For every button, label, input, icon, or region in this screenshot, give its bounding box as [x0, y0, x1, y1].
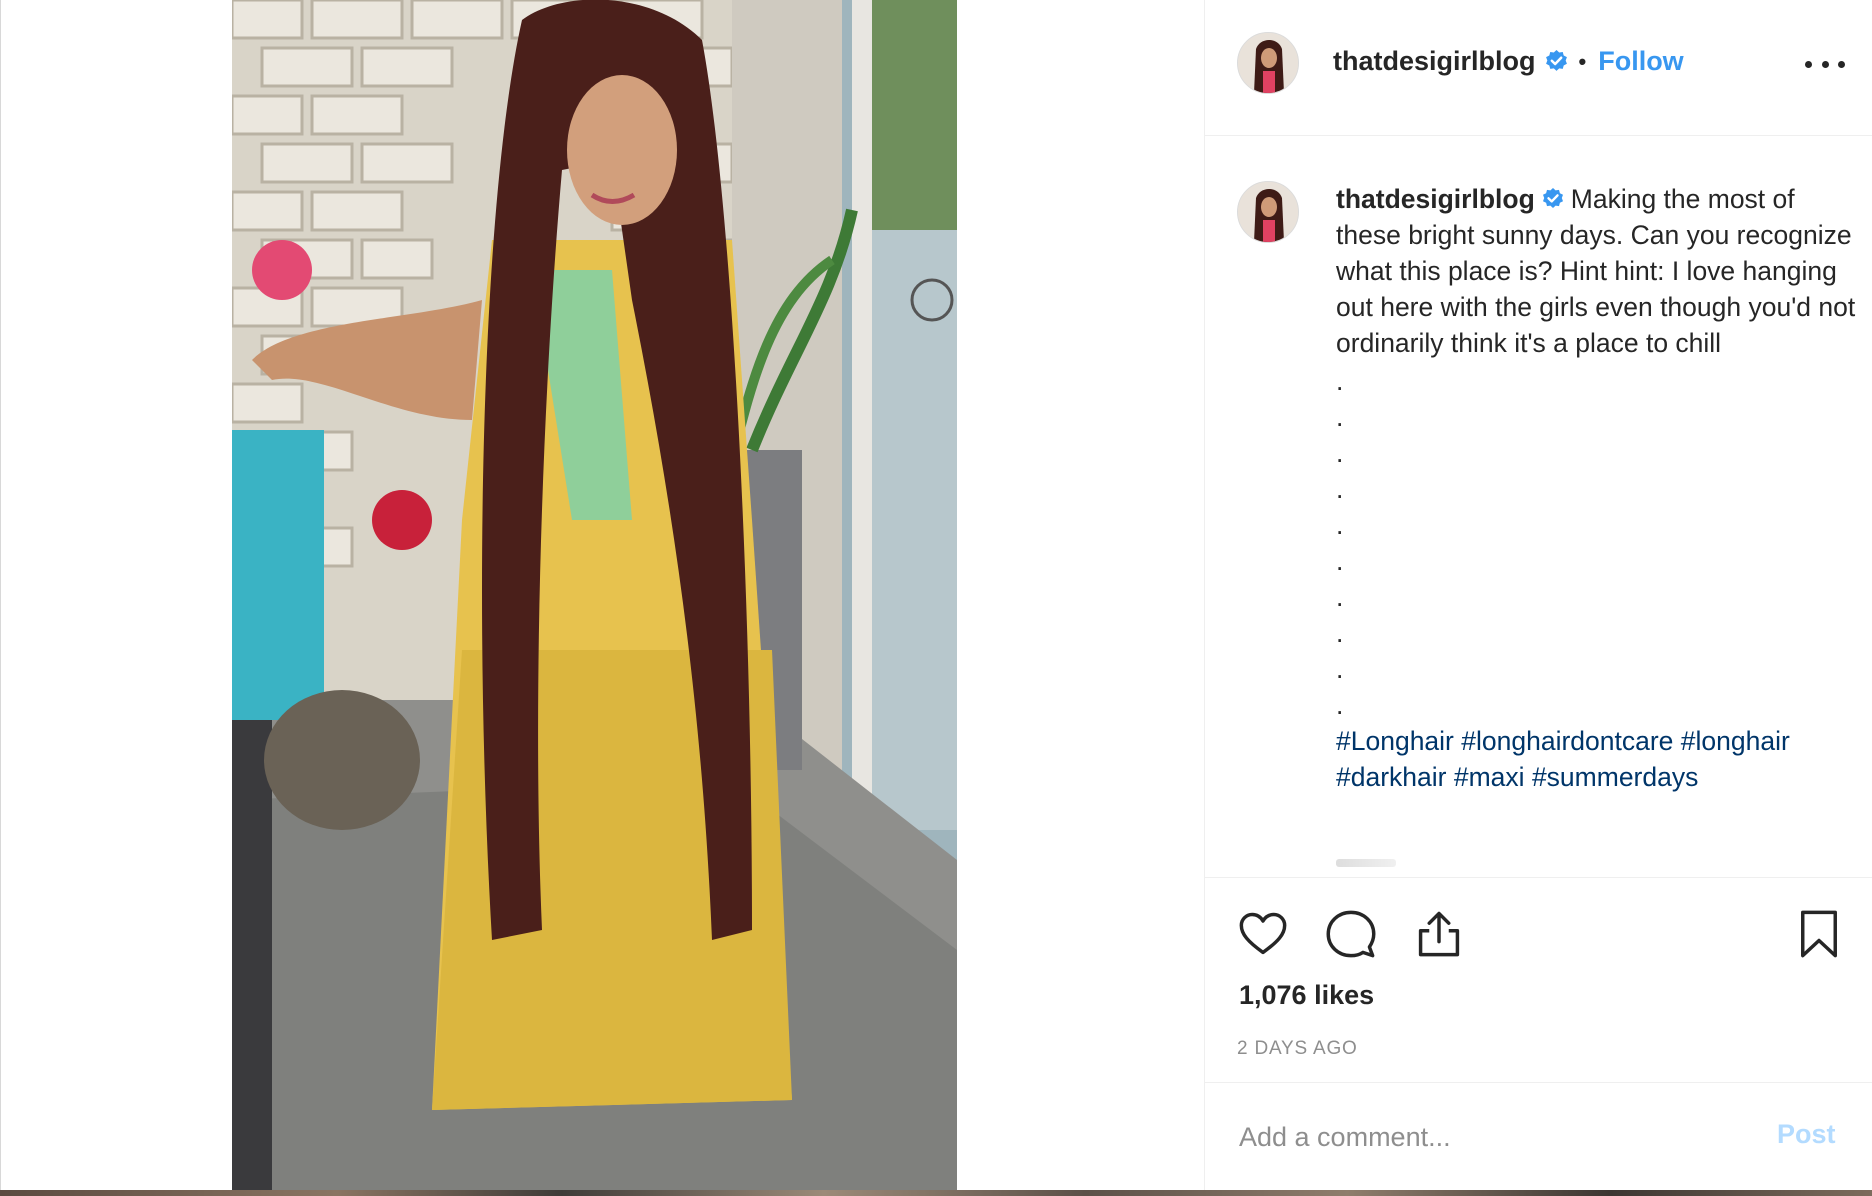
post-comment-button[interactable]: Post — [1777, 1119, 1836, 1150]
hashtag-link[interactable]: #summerdays — [1532, 762, 1698, 792]
caption-hashtags: #Longhair #longhairdontcare #longhair #d… — [1336, 723, 1861, 795]
post-photo-image — [232, 0, 957, 1192]
more-horizontal-icon[interactable] — [1805, 50, 1845, 78]
more-dot — [1805, 60, 1812, 68]
background-strip — [0, 1190, 1872, 1196]
bookmark-icon[interactable] — [1793, 908, 1845, 960]
hashtag-link[interactable]: #longhairdontcare — [1461, 726, 1673, 756]
hashtag-link[interactable]: #darkhair — [1336, 762, 1446, 792]
comment-input[interactable] — [1239, 1115, 1739, 1159]
share-upload-icon[interactable] — [1413, 908, 1465, 960]
caption-dot-line: . — [1336, 366, 1344, 396]
caption-dot-line: . — [1336, 654, 1344, 684]
post-timestamp[interactable]: 2 DAYS AGO — [1237, 1038, 1358, 1060]
caption-dot-line: . — [1336, 474, 1344, 504]
caption-text-block: thatdesigirlblog Making the most of these… — [1336, 181, 1861, 361]
add-comment-form: Post — [1205, 1082, 1872, 1190]
post-actions-section: 1,076 likes 2 DAYS AGO — [1205, 877, 1872, 1082]
verified-badge-icon — [1544, 49, 1569, 74]
post-side-panel: thatdesigirlblog • Follow thatdesigirlbl… — [1204, 0, 1872, 1190]
caption-dot-line: . — [1336, 546, 1344, 576]
header-user-row: thatdesigirlblog • Follow — [1333, 46, 1684, 77]
caption-dot-line: . — [1336, 402, 1344, 432]
follow-button[interactable]: Follow — [1598, 46, 1683, 77]
hashtag-link[interactable]: #Longhair — [1336, 726, 1454, 756]
caption-dot-line: . — [1336, 582, 1344, 612]
header-username[interactable]: thatdesigirlblog — [1333, 46, 1536, 77]
comment-bubble-icon[interactable] — [1325, 908, 1377, 960]
caption-dots: . . . . . . . . . . — [1336, 363, 1861, 723]
likes-count[interactable]: 1,076 likes — [1239, 980, 1374, 1011]
caption-dot-line: . — [1336, 690, 1344, 720]
instagram-post-modal: thatdesigirlblog • Follow thatdesigirlbl… — [0, 0, 1872, 1196]
clipped-next-comment — [1336, 859, 1396, 867]
caption-dot-line: . — [1336, 618, 1344, 648]
left-backdrop — [0, 0, 232, 1196]
post-photo[interactable] — [232, 0, 957, 1192]
caption-author[interactable]: thatdesigirlblog — [1336, 184, 1535, 214]
hashtag-link[interactable]: #longhair — [1681, 726, 1790, 756]
caption-dot-line: . — [1336, 438, 1344, 468]
hashtag-link[interactable]: #maxi — [1454, 762, 1525, 792]
more-dot — [1838, 60, 1845, 68]
caption-avatar[interactable] — [1237, 181, 1299, 243]
header-avatar[interactable] — [1237, 32, 1299, 94]
comments-area[interactable]: thatdesigirlblog Making the most of these… — [1205, 137, 1872, 877]
more-dot — [1821, 60, 1829, 68]
verified-badge-icon — [1541, 187, 1565, 211]
post-header: thatdesigirlblog • Follow — [1205, 0, 1872, 136]
caption: thatdesigirlblog Making the most of these… — [1336, 181, 1861, 795]
caption-dot-line: . — [1336, 510, 1344, 540]
heart-icon[interactable] — [1237, 908, 1289, 960]
photo-right-backdrop — [957, 0, 1204, 1192]
header-separator: • — [1578, 48, 1587, 74]
